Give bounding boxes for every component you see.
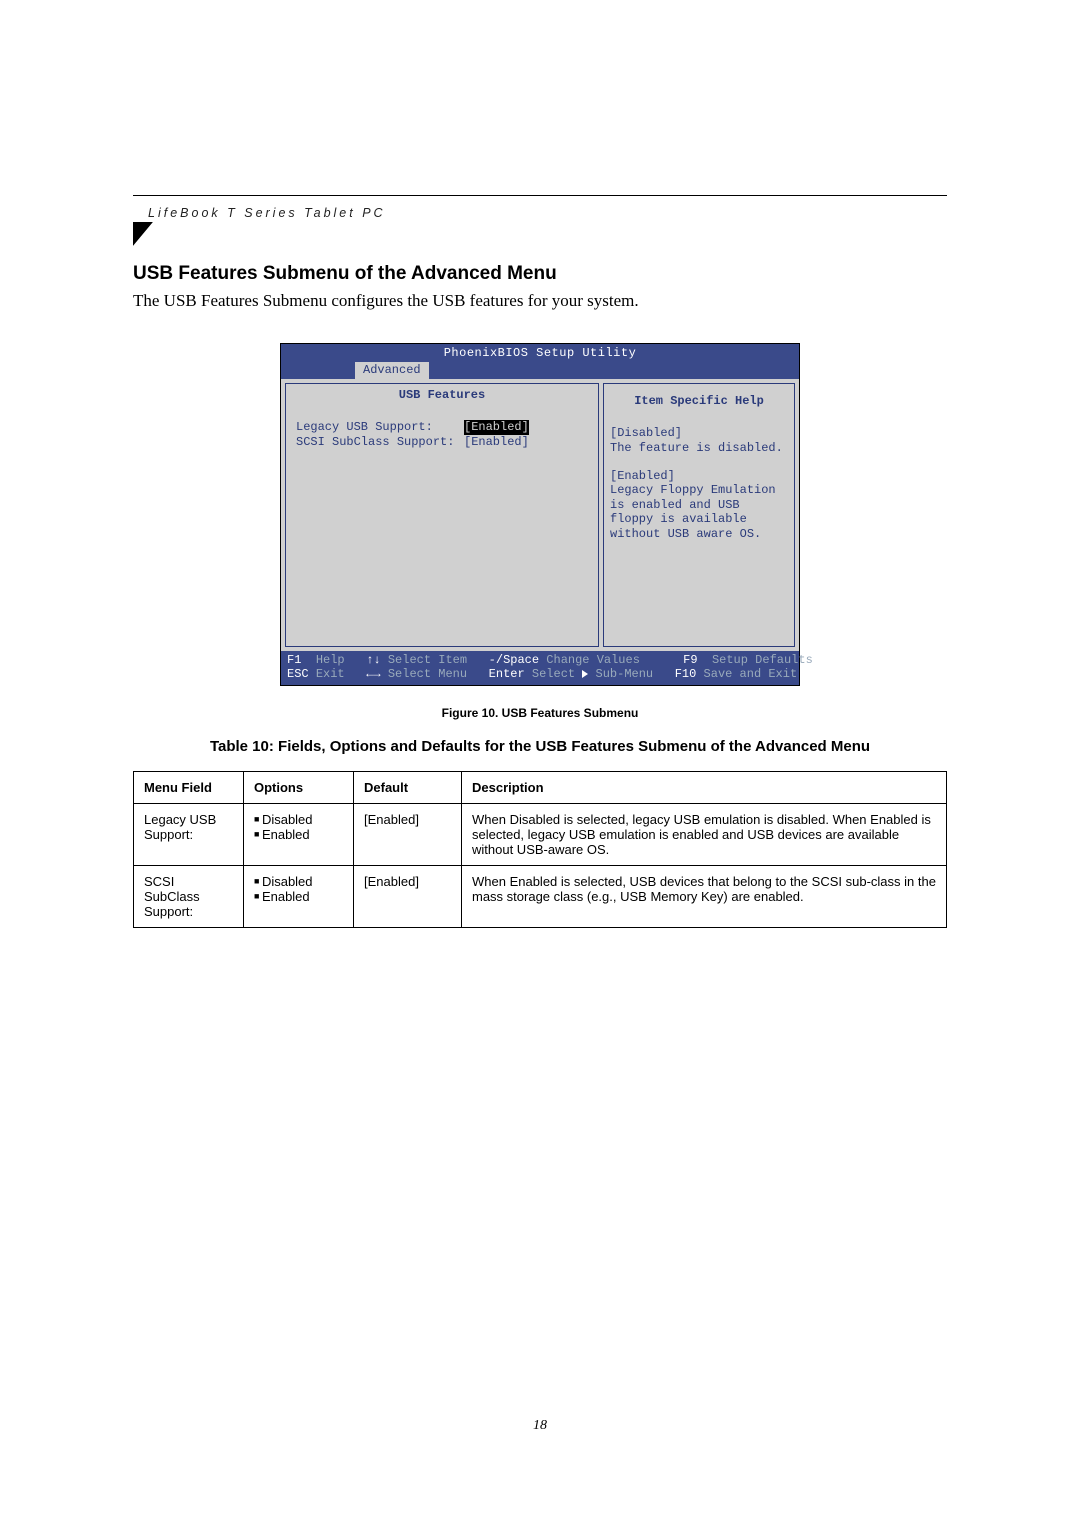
table-cell-options: Disabled Enabled [244, 865, 354, 927]
bios-key-f10[interactable]: F10 [675, 667, 704, 681]
bios-help-panel-title: Item Specific Help [610, 394, 788, 408]
options-table: Menu Field Options Default Description L… [133, 771, 947, 928]
bios-utility-title: PhoenixBIOS Setup Utility [281, 344, 799, 362]
table-cell-options: Disabled Enabled [244, 803, 354, 865]
option-item: Disabled [254, 812, 343, 827]
running-head: LifeBook T Series Tablet PC [148, 206, 386, 220]
table-header-row: Menu Field Options Default Description [134, 771, 947, 803]
bios-setting-row[interactable]: Legacy USB Support: [Enabled] [286, 420, 598, 434]
bios-key-f1[interactable]: F1 [287, 653, 316, 667]
bios-setting-row[interactable]: SCSI SubClass Support: [Enabled] [286, 435, 598, 449]
bios-setting-label: Legacy USB Support: [296, 420, 464, 434]
table-row: Legacy USB Support: Disabled Enabled [En… [134, 803, 947, 865]
bios-help-disabled-text: The feature is disabled. [610, 441, 788, 455]
table-cell-default: [Enabled] [354, 803, 462, 865]
table-header: Default [354, 771, 462, 803]
page-number: 18 [0, 1418, 1080, 1434]
bios-left-panel: USB Features Legacy USB Support: [Enable… [285, 383, 599, 647]
section-title: USB Features Submenu of the Advanced Men… [133, 263, 947, 285]
option-item: Enabled [254, 827, 343, 842]
bios-help-panel: Item Specific Help [Disabled] The featur… [603, 383, 795, 647]
table-cell-field: SCSI SubClass Support: [134, 865, 244, 927]
table-cell-default: [Enabled] [354, 865, 462, 927]
bios-key-f9[interactable]: F9 [683, 653, 712, 667]
bios-help-enabled-text: Legacy Floppy Emulation is enabled and U… [610, 483, 788, 541]
bios-key-esc[interactable]: ESC [287, 667, 316, 681]
section-intro: The USB Features Submenu configures the … [133, 291, 947, 311]
page: LifeBook T Series Tablet PC USB Features… [0, 0, 1080, 1528]
bios-key-enter[interactable]: Enter [489, 667, 532, 681]
table-caption: Table 10: Fields, Options and Defaults f… [133, 738, 947, 755]
header-rule [133, 195, 947, 196]
content: USB Features Submenu of the Advanced Men… [133, 263, 947, 928]
arrow-up-down-icon[interactable]: ↑↓ [366, 653, 388, 667]
bios-setting-value-selected[interactable]: [Enabled] [464, 420, 529, 434]
arrow-left-right-icon[interactable]: ←→ [366, 667, 388, 681]
table-cell-field: Legacy USB Support: [134, 803, 244, 865]
table-cell-description: When Disabled is selected, legacy USB em… [462, 803, 947, 865]
bios-tab-bar: Advanced [281, 362, 799, 378]
bios-setting-value[interactable]: [Enabled] [464, 435, 529, 449]
bios-key-minus-space[interactable]: -/Space [489, 653, 547, 667]
bios-screenshot: PhoenixBIOS Setup Utility Advanced USB F… [280, 343, 800, 686]
table-header: Menu Field [134, 771, 244, 803]
bios-tab-advanced[interactable]: Advanced [355, 362, 429, 378]
table-header: Description [462, 771, 947, 803]
option-item: Enabled [254, 889, 343, 904]
bios-help-disabled-label: [Disabled] [610, 426, 788, 440]
bios-left-panel-title: USB Features [286, 388, 598, 402]
figure-caption: Figure 10. USB Features Submenu [133, 706, 947, 720]
bios-setting-label: SCSI SubClass Support: [296, 435, 464, 449]
table-header: Options [244, 771, 354, 803]
table-cell-description: When Enabled is selected, USB devices th… [462, 865, 947, 927]
bios-footer: F1 Help ↑↓ Select Item -/Space Change Va… [281, 651, 799, 685]
bios-help-enabled-label: [Enabled] [610, 469, 788, 483]
table-row: SCSI SubClass Support: Disabled Enabled … [134, 865, 947, 927]
header-triangle-icon [133, 222, 153, 246]
option-item: Disabled [254, 874, 343, 889]
